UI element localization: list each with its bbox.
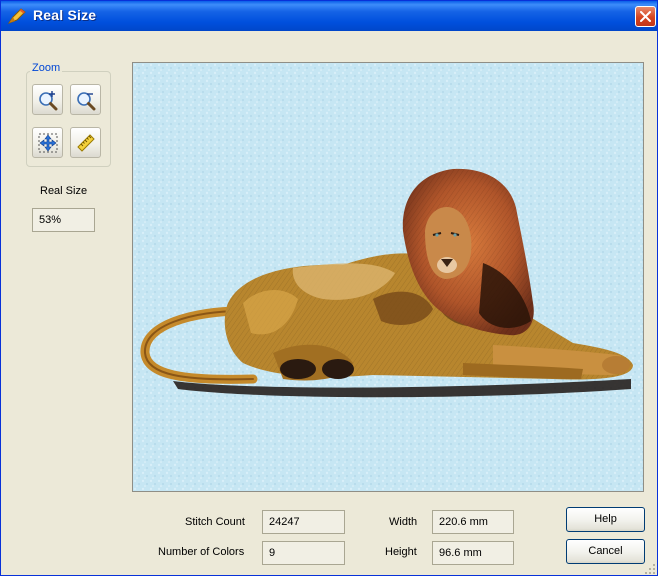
help-button[interactable]: Help [566,507,645,532]
fit-to-window-button[interactable] [32,127,63,158]
number-of-colors-value: 9 [262,541,345,565]
height-value: 96.6 mm [432,541,514,565]
close-icon [640,11,651,22]
real-size-value: 53% [32,208,95,232]
title-bar[interactable]: Real Size [1,1,657,31]
zoom-group-label: Zoom [30,62,63,74]
window-title: Real Size [33,7,97,23]
embroidery-pen-icon [7,8,26,25]
ruler-icon [77,134,95,152]
zoom-in-icon [39,91,58,111]
zoom-out-icon [77,92,96,111]
move-arrows-icon [38,133,58,153]
zoom-in-button[interactable] [32,84,63,115]
width-label: Width [389,516,418,528]
real-size-label: Real Size [40,185,88,197]
real-size-button[interactable] [70,127,101,158]
resize-grip-icon[interactable] [644,563,656,575]
number-of-colors-label: Number of Colors [158,546,245,558]
height-label: Height [385,546,417,558]
width-value: 220.6 mm [432,510,514,534]
close-button[interactable] [635,6,656,27]
cancel-button[interactable]: Cancel [566,539,645,564]
stitch-count-value: 24247 [262,510,345,534]
lion-embroidery-image [133,63,643,491]
zoom-out-button[interactable] [70,84,101,115]
real-size-dialog: Real Size Zoom Real Size 53% Stitch Coun… [0,0,658,576]
embroidery-preview [132,62,644,492]
stitch-count-label: Stitch Count [185,516,245,528]
